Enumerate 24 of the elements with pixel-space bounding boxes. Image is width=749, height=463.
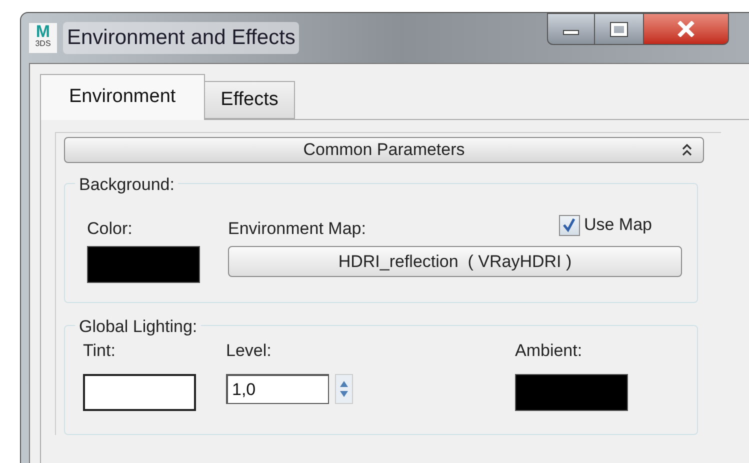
close-button[interactable] [643,13,729,45]
level-field[interactable]: 1,0 [226,374,329,404]
color-label: Color: [87,218,134,240]
color-swatch[interactable] [87,246,200,283]
tab[interactable]: Effects [204,81,296,119]
rollout-header[interactable]: Common Parameters [64,137,704,163]
minimize-icon [563,30,579,34]
app-logo-icon: M 3DS [29,23,57,53]
window-title: Environment and Effects [63,22,300,54]
check-icon [561,217,578,233]
maximize-icon [611,22,627,36]
environment-map-button[interactable]: HDRI_reflection ( VRayHDRI ) [228,246,682,277]
environment-map-label: Environment Map: [228,218,366,240]
tab[interactable]: Environment [40,74,205,120]
ambient-label: Ambient: [515,340,584,362]
level-label: Level: [226,340,272,362]
spinner[interactable] [335,374,353,404]
color-swatch[interactable] [83,374,196,411]
use-map-checkbox[interactable]: Use Map [558,212,652,238]
maximize-button[interactable] [595,13,643,45]
close-icon [677,21,695,37]
minimize-button[interactable] [547,13,595,45]
tint-label: Tint: [83,340,116,362]
color-swatch[interactable] [515,374,628,411]
